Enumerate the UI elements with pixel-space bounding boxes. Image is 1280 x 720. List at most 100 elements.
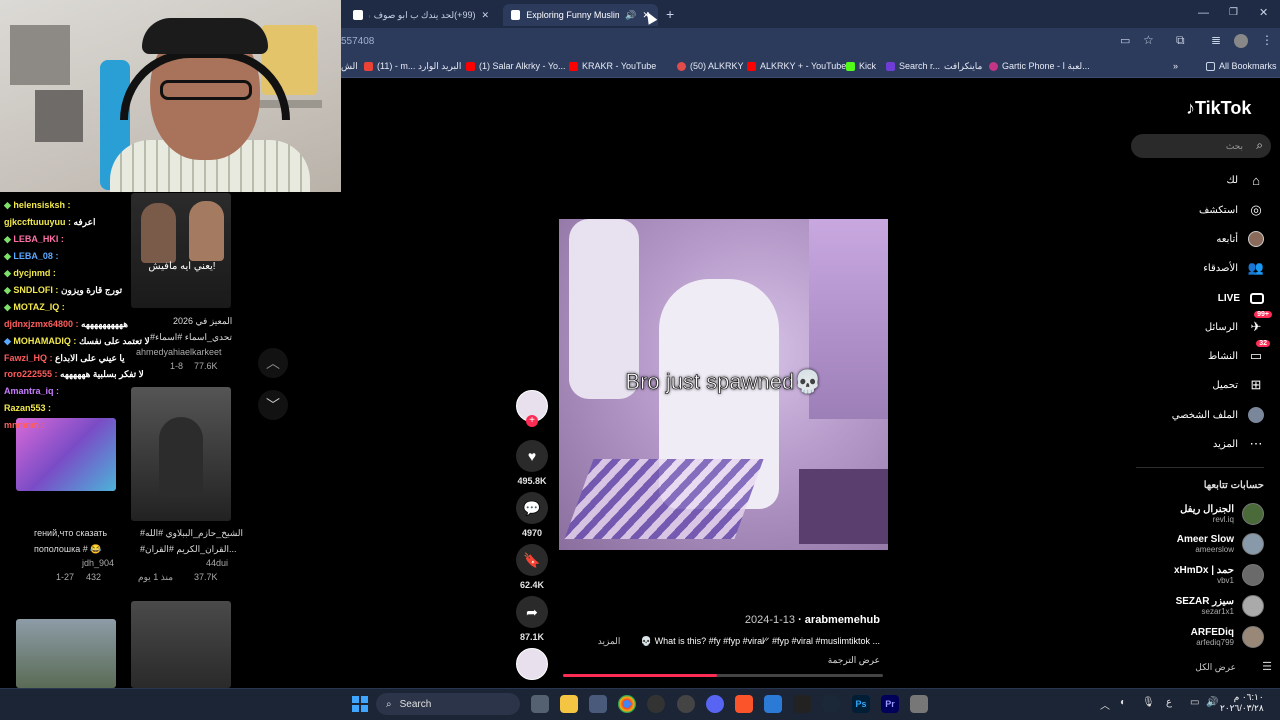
capcut-icon[interactable] xyxy=(793,695,811,713)
store-icon[interactable] xyxy=(589,695,607,713)
network-icon[interactable]: ▭ xyxy=(1190,697,1199,708)
bookmark-item[interactable]: (11) - m... xyxy=(364,61,415,71)
previous-video-button[interactable]: ︿ xyxy=(258,348,288,378)
obs-icon[interactable] xyxy=(647,695,665,713)
extensions-icon[interactable]: ⧉ xyxy=(1176,33,1185,48)
bookmark-item[interactable]: Search r... xyxy=(886,61,940,71)
close-tab-icon[interactable]: ✕ xyxy=(481,10,489,21)
tab-inactive[interactable]: (99+)لحد يندك ب ابو صوف 🔥🔥 ✕ xyxy=(345,4,497,26)
video-player[interactable]: Bro just spawned💀 xyxy=(559,219,888,550)
account-name: SEZAR سيزر xyxy=(1175,596,1234,607)
bookmark-item[interactable]: ماينكرافت xyxy=(944,61,982,72)
followed-account[interactable]: Ameer Slow ameerslow xyxy=(1177,531,1264,557)
menu-icon[interactable]: ⋮ xyxy=(1261,33,1273,47)
nav-more[interactable]: المزيد ⋯ xyxy=(1213,434,1264,454)
more-link[interactable]: المزيد xyxy=(598,636,621,646)
grid-item-author[interactable]: jdh_904 xyxy=(82,558,114,568)
list-icon[interactable]: ☰ xyxy=(1262,660,1272,673)
cast-icon[interactable]: ▭ xyxy=(1120,34,1130,47)
compass-icon: ◎ xyxy=(1250,202,1262,217)
premiere-icon[interactable]: Pr xyxy=(881,695,899,713)
new-tab-button[interactable]: + xyxy=(666,6,674,22)
search-input[interactable]: بحث ⌕ xyxy=(1131,134,1271,158)
grid-item-author[interactable]: 44dui xyxy=(206,558,228,568)
nav-live[interactable]: LIVE xyxy=(1218,288,1264,308)
restore-icon[interactable]: ❐ xyxy=(1229,7,1238,18)
video-rug xyxy=(564,459,764,539)
bookmark-star-icon[interactable]: ☆ xyxy=(1143,33,1154,47)
music-disc[interactable] xyxy=(516,648,548,680)
bookmark-item[interactable]: Kick xyxy=(846,61,876,71)
followed-account[interactable]: SEZAR سيزر sezar1x1 xyxy=(1176,593,1264,619)
language-indicator[interactable]: ع xyxy=(1166,697,1172,708)
volume-icon[interactable]: 🔊 xyxy=(1206,697,1218,708)
close-window-icon[interactable]: ✕ xyxy=(1259,6,1268,19)
grid-item-views: 37.7K xyxy=(194,572,218,582)
nav-messages[interactable]: الرسائل ✈ 99+ xyxy=(1205,311,1272,337)
nav-upload[interactable]: تحميل ⊞ xyxy=(1212,375,1264,395)
settings-app-icon[interactable] xyxy=(677,695,695,713)
bookmark-label: Kick xyxy=(859,61,877,71)
url-field[interactable]: 557408 xyxy=(341,36,374,47)
tab-active[interactable]: Exploring Funny Muslim an 🔊 ✕ xyxy=(503,4,658,26)
bookmark-item[interactable]: KRAKR - YouTube xyxy=(569,61,656,71)
discord-icon[interactable] xyxy=(706,695,724,713)
avatar xyxy=(1242,564,1264,586)
nav-profile[interactable]: الملف الشخصي xyxy=(1172,405,1264,425)
next-video-button[interactable]: ﹀ xyxy=(258,390,288,420)
followed-account[interactable]: الجنرال ريفل revl.iq xyxy=(1180,501,1264,527)
see-all-link[interactable]: عرض الكل xyxy=(1195,662,1236,673)
search-icon[interactable]: ⌕ xyxy=(1256,138,1263,153)
video-progress-bar[interactable] xyxy=(563,674,883,677)
follow-plus-icon[interactable]: + xyxy=(526,415,538,427)
bookmarks-overflow-icon[interactable]: » xyxy=(1173,61,1178,71)
nav-following[interactable]: أتابعه xyxy=(1216,229,1264,249)
video-thumbnail[interactable]: يعني ايه مافيش! xyxy=(131,193,231,308)
file-explorer-icon[interactable] xyxy=(560,695,578,713)
tiktok-logo[interactable]: ♪TikTok xyxy=(1186,98,1251,119)
taskbar-clock[interactable]: ٠٦:١٠ م ٢٠٢٦/٠٣/٢٨ xyxy=(1220,692,1264,714)
app-icon[interactable] xyxy=(764,695,782,713)
photoshop-icon[interactable]: Ps xyxy=(852,695,870,713)
translate-link[interactable]: عرض الترجمة xyxy=(560,655,880,666)
bookmark-item[interactable]: Gartic Phone - لعبة ا... xyxy=(989,61,1090,72)
nav-friends[interactable]: الأصدقاء 👥 xyxy=(1203,258,1264,278)
nav-activity[interactable]: النشاط ▭ 32 xyxy=(1208,340,1270,366)
video-thumbnail[interactable] xyxy=(131,601,231,688)
video-author[interactable]: arabmemehub xyxy=(805,614,880,626)
bookmark-item[interactable]: الش xyxy=(341,61,358,72)
chat-message: mnmnm : xyxy=(4,420,45,430)
task-view-icon[interactable] xyxy=(531,695,549,713)
steam-icon[interactable] xyxy=(822,695,840,713)
bookmark-item[interactable]: (50) ALKRKY xyxy=(677,61,744,71)
account-handle: sezar1x1 xyxy=(1201,607,1234,616)
tray-app-icon[interactable]: ◐ xyxy=(1120,697,1126,708)
nav-explore[interactable]: استكشف ◎ xyxy=(1199,200,1264,220)
windows-start-icon[interactable] xyxy=(352,696,368,712)
nav-for-you[interactable]: لك ⌂ xyxy=(1227,170,1264,190)
profile-avatar[interactable] xyxy=(1234,34,1248,48)
heart-icon: ♥ xyxy=(527,448,537,464)
video-thumbnail[interactable] xyxy=(131,387,231,521)
followed-account[interactable]: ARFEDiq arfediq799 xyxy=(1191,624,1264,650)
minimize-icon[interactable]: — xyxy=(1198,7,1209,19)
taskbar-search[interactable]: ⌕ Search xyxy=(376,693,520,715)
bookmark-item[interactable]: (1) Salar Alkrky - Yo... xyxy=(466,61,566,71)
tray-overflow-icon[interactable]: ︿ xyxy=(1100,697,1110,712)
chrome-icon[interactable] xyxy=(618,695,636,713)
bookmark-item[interactable]: البريد الوارد xyxy=(418,61,461,72)
grid-item-author[interactable]: ahmedyahiaelkarkeet xyxy=(136,347,222,357)
like-button[interactable]: ♥ xyxy=(516,440,548,472)
speaker-icon[interactable]: 🔊 xyxy=(625,10,636,21)
brave-icon[interactable] xyxy=(735,695,753,713)
comment-button[interactable]: 💬 xyxy=(516,492,548,524)
save-button[interactable]: 🔖 xyxy=(516,544,548,576)
share-button[interactable]: ➦ xyxy=(516,596,548,628)
video-thumbnail[interactable] xyxy=(16,619,116,688)
all-bookmarks[interactable]: All Bookmarks xyxy=(1206,61,1277,71)
microphone-icon[interactable]: 🎙 xyxy=(1142,697,1155,708)
followed-account[interactable]: xHmDx | حمد vbv1 xyxy=(1174,562,1264,588)
media-control-icon[interactable]: ≣ xyxy=(1211,33,1221,47)
app-window-icon[interactable] xyxy=(910,695,928,713)
bookmark-item[interactable]: ALKRKY + - YouTube xyxy=(747,61,846,71)
